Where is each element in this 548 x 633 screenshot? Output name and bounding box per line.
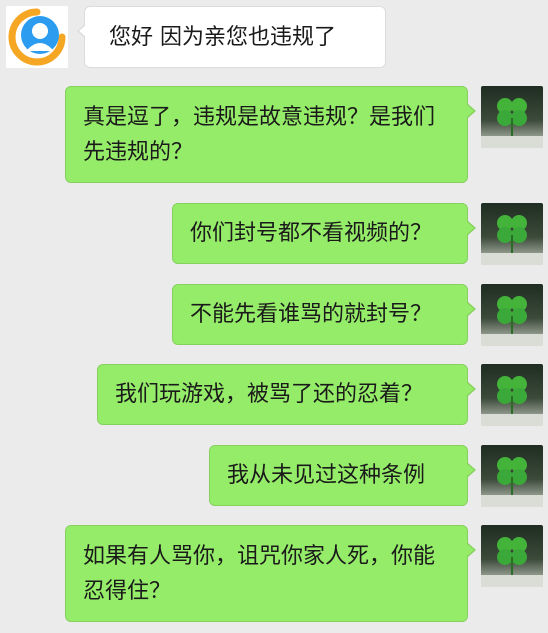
user-avatar[interactable] [481,86,543,148]
user-avatar[interactable] [481,525,543,587]
user-avatar[interactable] [481,203,543,265]
message-bubble-outgoing[interactable]: 我们玩游戏，被骂了还的忍着？ [97,364,476,425]
four-leaf-clover-icon [481,203,543,265]
message-text: 不能先看谁骂的就封号？ [190,302,433,327]
message-bubble-outgoing[interactable]: 你们封号都不看视频的？ [172,203,476,264]
message-text: 如果有人骂你，诅咒你家人死，你能忍得住？ [83,544,436,604]
four-leaf-clover-icon [481,445,543,507]
user-avatar[interactable] [481,445,543,507]
customer-service-icon [6,6,68,68]
message-bubble-outgoing[interactable]: 我从未见过这种条例 [209,445,476,506]
chat-window: 您好 因为亲您也违规了 真是逗了，违规是故意违规？是我们先违规的？ 你们封号都不… [0,0,548,633]
four-leaf-clover-icon [481,86,543,148]
user-avatar[interactable] [481,364,543,426]
message-bubble-outgoing[interactable]: 真是逗了，违规是故意违规？是我们先违规的？ [65,86,476,183]
four-leaf-clover-icon [481,364,543,426]
user-avatar[interactable] [481,284,543,346]
message-text: 我们玩游戏，被骂了还的忍着？ [115,382,424,407]
message-text: 真是逗了，违规是故意违规？是我们先违规的？ [83,105,436,165]
four-leaf-clover-icon [481,525,543,587]
message-text: 你们封号都不看视频的？ [190,221,433,246]
four-leaf-clover-icon [481,284,543,346]
service-avatar[interactable] [6,6,68,68]
message-text: 您好 因为亲您也违规了 [109,25,336,50]
message-bubble-outgoing[interactable]: 如果有人骂你，诅咒你家人死，你能忍得住？ [65,525,476,622]
message-text: 我从未见过这种条例 [227,463,426,488]
message-bubble-outgoing[interactable]: 不能先看谁骂的就封号？ [172,284,476,345]
message-bubble-incoming[interactable]: 您好 因为亲您也违规了 [77,6,386,68]
